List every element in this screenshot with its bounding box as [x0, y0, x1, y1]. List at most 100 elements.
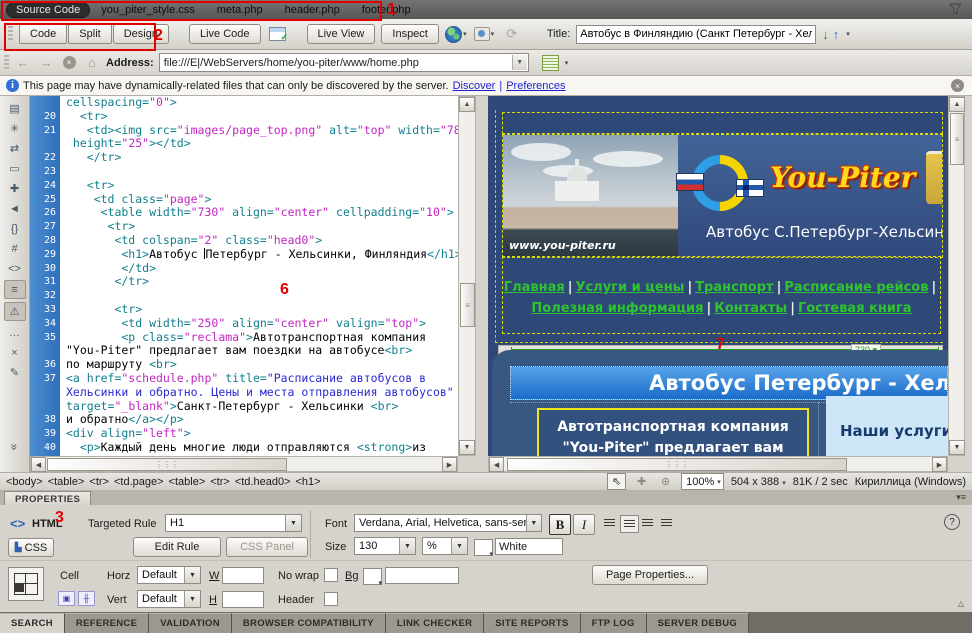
results-tab-search[interactable]: SEARCH [0, 613, 65, 633]
italic-button[interactable]: I [573, 514, 595, 535]
window-size[interactable]: 504 x 388 ▾ [731, 476, 786, 488]
header-checkbox[interactable] [324, 592, 338, 606]
align-right-icon[interactable] [639, 515, 656, 531]
split-cell-icon[interactable]: ╫ [78, 591, 95, 606]
scroll-right-icon[interactable]: ▶ [442, 457, 457, 472]
home-icon[interactable]: ⌂ [83, 55, 101, 70]
highlight-invalid-code-icon[interactable]: <> [5, 260, 25, 277]
tag-selector-item[interactable]: <table> [169, 476, 206, 488]
design-view[interactable]: www.you-piter.ru You-Piter Автобус С.Пет… [488, 96, 972, 472]
file-transfer-dropdown-icon[interactable]: ▾ [846, 30, 850, 38]
align-center-icon[interactable] [620, 515, 639, 533]
help-icon[interactable]: ? [944, 514, 960, 530]
code-horizontal-scrollbar[interactable]: ◀ ⋮⋮⋮ ▶ [30, 456, 458, 472]
related-files-settings-icon[interactable] [542, 55, 559, 71]
discover-link[interactable]: Discover [453, 80, 496, 92]
select-tool-icon[interactable]: ⇖ [607, 473, 626, 490]
menu-link[interactable]: Полезная информация [531, 301, 703, 316]
code-vertical-scrollbar[interactable]: ▲ ≡ ▼ [458, 96, 476, 456]
design-hscroll-thumb[interactable]: ⋮⋮⋮ [507, 458, 847, 471]
put-file-icon[interactable]: ↑ [833, 27, 840, 42]
hand-tool-icon[interactable]: ✚ [633, 474, 650, 489]
page-top-row[interactable] [502, 112, 943, 134]
code-vscroll-thumb[interactable]: ≡ [460, 283, 475, 327]
live-code-button[interactable]: Live Code [189, 24, 261, 44]
check-page-icon[interactable]: ✓ [267, 24, 289, 44]
select-parent-tag-icon[interactable]: ◄ [5, 200, 25, 217]
bg-color-input[interactable] [385, 567, 459, 584]
code-navigator-icon[interactable]: ✳ [5, 120, 25, 137]
menu-link[interactable]: Главная [504, 280, 565, 295]
vert-align-select[interactable]: Default▼ [137, 590, 201, 608]
cell-width-input[interactable] [222, 567, 264, 584]
results-tab-validation[interactable]: VALIDATION [149, 613, 232, 633]
design-vertical-scrollbar[interactable]: ▲ ≡ ▼ [948, 96, 965, 456]
site-banner[interactable]: www.you-piter.ru You-Piter Автобус С.Пет… [502, 134, 943, 258]
menu-link[interactable]: Гостевая книга [798, 301, 912, 316]
services-box[interactable]: Наши услуги [826, 396, 948, 456]
zoom-tool-icon[interactable]: ⊕ [657, 474, 674, 489]
open-documents-icon[interactable]: ▤ [5, 100, 25, 117]
tag-selector-item[interactable]: <tr> [89, 476, 109, 488]
scroll-up-icon[interactable]: ▲ [459, 97, 475, 112]
scroll-up-icon[interactable]: ▲ [949, 97, 965, 112]
expand-all-icon[interactable]: ✚ [5, 180, 25, 197]
tag-selector-item[interactable]: <body> [6, 476, 43, 488]
tag-selector[interactable]: <body><table><tr><td.page><table><tr><td… [6, 476, 321, 488]
reclama-box[interactable]: Автотранспортная компания "You-Piter" пр… [537, 408, 809, 456]
collapse-full-tag-icon[interactable]: ⇄ [5, 140, 25, 157]
format-source-icon[interactable]: ✎ [5, 364, 25, 381]
menu-link[interactable]: Расписание рейсов [784, 280, 928, 295]
results-tab-reference[interactable]: REFERENCE [65, 613, 149, 633]
horz-align-select[interactable]: Default▼ [137, 566, 201, 584]
font-select[interactable]: Verdana, Arial, Helvetica, sans-serif▼ [354, 514, 542, 532]
code-editor[interactable]: cellspacing="0">20 <tr>21 <td><img src="… [30, 96, 458, 456]
design-horizontal-scrollbar[interactable]: ◀ ⋮⋮⋮ ▶ [488, 456, 948, 472]
preview-in-browser-icon[interactable]: ▾ [445, 24, 467, 44]
validate-page-icon[interactable]: ▾ [473, 24, 495, 44]
get-file-icon[interactable]: ↓ [822, 27, 829, 42]
page-heading-bar[interactable]: Автобус Петербург - Хельсинки [510, 366, 948, 400]
apply-comment-icon[interactable]: … [5, 324, 25, 341]
scroll-left-icon[interactable]: ◀ [489, 457, 504, 472]
design-canvas[interactable]: www.you-piter.ru You-Piter Автобус С.Пет… [488, 96, 948, 456]
pane-splitter[interactable] [476, 96, 488, 472]
css-mode-button[interactable]: ▙CSS [8, 538, 54, 557]
collapse-selection-icon[interactable]: ▭ [5, 160, 25, 177]
refresh-icon[interactable]: ⟳ [501, 24, 523, 44]
stop-icon[interactable]: × [60, 56, 78, 69]
forward-icon[interactable]: → [37, 55, 55, 70]
edit-rule-button[interactable]: Edit Rule [133, 537, 221, 557]
document-title-input[interactable] [576, 25, 816, 44]
word-wrap-icon[interactable]: ≡ [4, 280, 26, 299]
code-hscroll-thumb[interactable]: ⋮⋮⋮ [47, 458, 287, 471]
balance-braces-icon[interactable]: {} [5, 220, 25, 237]
remove-comment-icon[interactable]: × [5, 344, 25, 361]
close-info-bar-icon[interactable]: × [951, 79, 964, 92]
tag-selector-item[interactable]: <td.page> [114, 476, 164, 488]
filter-related-files-icon[interactable] [949, 3, 962, 18]
panel-menu-icon[interactable]: ▾≡ [956, 492, 966, 503]
menu-link[interactable]: Контакты [714, 301, 787, 316]
bg-color-swatch[interactable] [363, 568, 382, 585]
cell-height-input[interactable] [222, 591, 264, 608]
inspect-button[interactable]: Inspect [381, 24, 438, 44]
results-tab-site-reports[interactable]: SITE REPORTS [484, 613, 580, 633]
address-dropdown-icon[interactable]: ▼ [512, 55, 527, 70]
address-input[interactable]: file:///E|/WebServers/home/you-piter/www… [159, 53, 529, 72]
bold-button[interactable]: B [549, 514, 571, 535]
merge-cells-icon[interactable]: ▣ [58, 591, 75, 606]
back-icon[interactable]: ← [14, 55, 32, 70]
design-vscroll-thumb[interactable]: ≡ [950, 113, 964, 165]
results-tab-browser-compatibility[interactable]: BROWSER COMPATIBILITY [232, 613, 386, 633]
text-color-swatch[interactable] [474, 539, 493, 556]
size-select[interactable]: 130▼ [354, 537, 416, 555]
targeted-rule-select[interactable]: H1▼ [165, 514, 302, 532]
size-unit-select[interactable]: %▼ [422, 537, 468, 555]
tag-selector-item[interactable]: <tr> [210, 476, 230, 488]
live-view-button[interactable]: Live View [307, 24, 376, 44]
html-mode-icon[interactable]: <> [10, 516, 25, 531]
syntax-error-alerts-icon[interactable]: ⚠ [4, 302, 26, 321]
align-left-icon[interactable] [601, 515, 618, 531]
page-properties-button[interactable]: Page Properties... [592, 565, 708, 585]
